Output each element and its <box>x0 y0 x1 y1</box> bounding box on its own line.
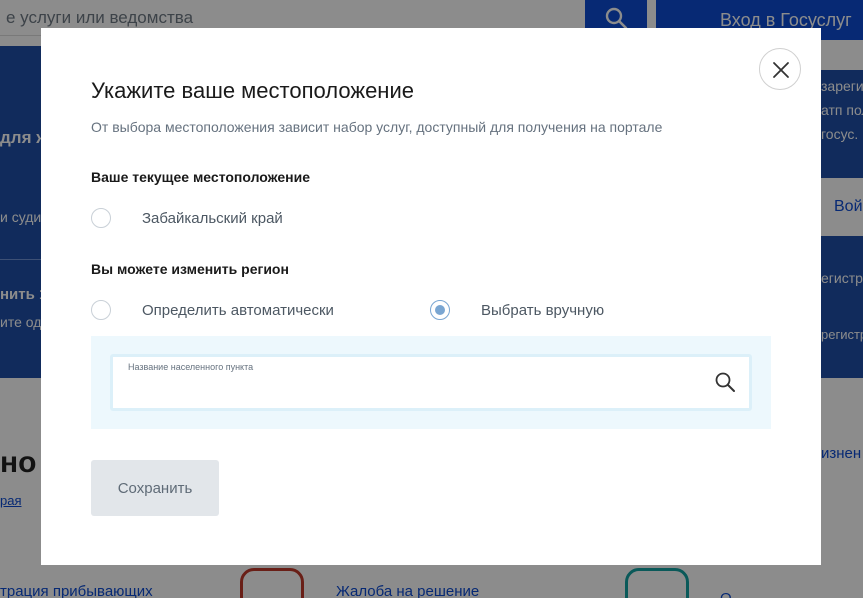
settlement-field-label: Название населенного пункта <box>128 362 254 372</box>
radio-circle[interactable] <box>91 208 111 228</box>
change-region-heading: Вы можете изменить регион <box>91 261 289 277</box>
search-icon[interactable] <box>714 371 736 393</box>
radio-manual-select[interactable]: Выбрать вручную <box>430 300 604 320</box>
close-icon <box>773 62 789 78</box>
current-location-heading: Ваше текущее местоположение <box>91 169 311 185</box>
settlement-field[interactable]: Название населенного пункта <box>110 354 752 411</box>
save-button[interactable]: Сохранить <box>91 460 219 516</box>
radio-circle[interactable] <box>91 300 111 320</box>
radio-auto-detect-label: Определить автоматически <box>142 301 334 319</box>
close-button[interactable] <box>759 48 801 90</box>
settlement-input[interactable] <box>127 377 707 403</box>
manual-select-panel: Название населенного пункта <box>91 336 771 429</box>
modal-title: Укажите ваше местоположение <box>91 78 414 103</box>
radio-current-region-label: Забайкальский край <box>142 209 283 227</box>
radio-manual-select-label: Выбрать вручную <box>481 301 605 319</box>
radio-current-region[interactable]: Забайкальский край <box>91 208 283 228</box>
radio-circle-checked[interactable] <box>430 300 450 320</box>
radio-auto-detect[interactable]: Определить автоматически <box>91 300 334 320</box>
modal-subtitle: От выбора местоположения зависит набор у… <box>91 119 663 135</box>
location-modal: Укажите ваше местоположение От выбора ме… <box>41 28 821 565</box>
